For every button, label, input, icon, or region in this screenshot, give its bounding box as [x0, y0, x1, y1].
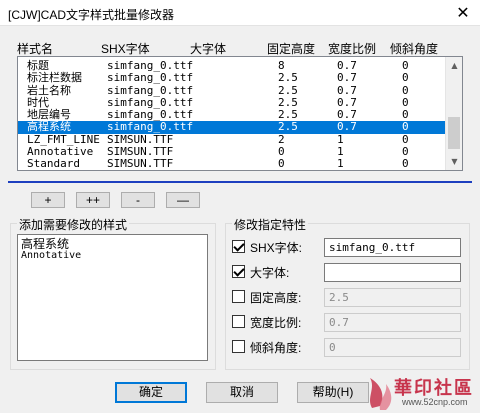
width-input[interactable]: 0.7	[324, 313, 461, 332]
bigfont-input[interactable]	[324, 263, 461, 282]
style-oblique-cell: 0	[402, 120, 409, 134]
style-oblique-cell: 0	[402, 59, 409, 72]
cancel-button[interactable]: 取消	[206, 382, 278, 403]
style-width-cell: 0.7	[337, 71, 357, 85]
style-row[interactable]: 标题 simfang_0.ttf 8 0.7 0	[18, 60, 446, 72]
divider-line	[8, 181, 472, 183]
style-row[interactable]: 地层编号 simfang_0.ttf 2.5 0.7 0	[18, 109, 446, 121]
style-height-cell: 0	[278, 145, 285, 159]
style-list[interactable]: 标题 simfang_0.ttf 8 0.7 0 标注栏数据 simfang_0.ttf 2.…	[17, 56, 463, 171]
selected-styles-box[interactable]: 高程系统 Annotative	[17, 234, 208, 361]
width-checkbox[interactable]	[232, 315, 245, 328]
col-header-height: 固定高度	[267, 42, 316, 56]
add-button[interactable]: +	[31, 192, 65, 208]
style-name-cell: 岩土名称	[27, 83, 71, 97]
style-row[interactable]: Standard SIMSUN.TTF 0 1 0	[18, 158, 446, 170]
style-row[interactable]: 时代 simfang_0.ttf 2.5 0.7 0	[18, 95, 446, 109]
style-row[interactable]: 岩土名称 simfang_0.ttf 2.5 0.7 0	[18, 83, 446, 97]
add-all-button[interactable]: ++	[76, 192, 110, 208]
bigfont-checkbox[interactable]	[232, 265, 245, 278]
col-header-name: 样式名	[17, 42, 54, 56]
style-width-cell: 1	[337, 157, 344, 171]
style-oblique-cell: 0	[402, 108, 409, 122]
style-name-cell: Standard	[27, 157, 80, 171]
style-name-cell: 高程系统	[27, 120, 71, 134]
oblique-checkbox[interactable]	[232, 340, 245, 353]
style-oblique-cell: 0	[402, 145, 409, 159]
watermark-logo-icon	[370, 378, 392, 410]
style-width-cell: 0.7	[337, 95, 357, 109]
height-label: 固定高度:	[250, 291, 302, 305]
shx-label: SHX字体:	[250, 241, 303, 255]
style-oblique-cell: 0	[402, 157, 409, 171]
style-height-cell: 0	[278, 157, 285, 171]
style-height-cell: 2.5	[278, 120, 298, 134]
style-width-cell: 1	[337, 145, 344, 159]
style-shx-cell: simfang_0.ttf	[107, 59, 194, 72]
style-oblique-cell: 0	[402, 83, 409, 97]
scroll-up-icon[interactable]: ▲	[446, 57, 462, 74]
style-shx-cell: simfang_0.ttf	[107, 83, 194, 97]
scroll-thumb[interactable]	[448, 117, 460, 149]
style-height-cell: 2.5	[278, 95, 298, 109]
style-shx-cell: SIMSUN.TTF	[107, 145, 174, 159]
scroll-down-icon[interactable]: ▼	[446, 153, 462, 170]
oblique-label: 倾斜角度:	[250, 341, 302, 355]
window-title: [CJW]CAD文字样式批量修改器	[8, 8, 174, 22]
oblique-input[interactable]: 0	[324, 338, 461, 357]
col-header-shx: SHX字体	[101, 42, 150, 56]
style-shx-cell: SIMSUN.TTF	[107, 132, 174, 146]
style-width-cell: 0.7	[337, 59, 357, 72]
style-name-cell: 标注栏数据	[27, 71, 82, 85]
selected-style-item: 高程系统	[21, 237, 70, 251]
shx-checkbox[interactable]	[232, 240, 245, 253]
width-label: 宽度比例:	[250, 316, 302, 330]
style-name-cell: LZ_FMT_LINE	[27, 132, 100, 146]
height-checkbox[interactable]	[232, 290, 245, 303]
height-input[interactable]: 2.5	[324, 288, 461, 307]
style-shx-cell: simfang_0.ttf	[107, 95, 194, 109]
style-shx-cell: simfang_0.ttf	[107, 108, 194, 122]
modify-props-title: 修改指定特性	[232, 216, 309, 233]
shx-input[interactable]: simfang_0.ttf	[324, 238, 461, 257]
watermark: 華印社區 www.52cnp.com	[362, 372, 480, 413]
style-shx-cell: simfang_0.ttf	[107, 120, 194, 134]
style-row[interactable]: 标注栏数据 simfang_0.ttf 2.5 0.7 0	[18, 72, 446, 84]
bigfont-label: 大字体:	[250, 266, 290, 280]
watermark-url: www.52cnp.com	[402, 397, 468, 407]
style-height-cell: 2.5	[278, 71, 298, 85]
style-name-cell: Annotative	[27, 145, 94, 159]
style-width-cell: 0.7	[337, 120, 357, 134]
style-height-cell: 2.5	[278, 83, 298, 97]
col-header-oblique: 倾斜角度	[390, 42, 439, 56]
col-header-width: 宽度比例	[328, 42, 377, 56]
style-height-cell: 2.5	[278, 108, 298, 122]
style-oblique-cell: 0	[402, 95, 409, 109]
remove-button[interactable]: -	[121, 192, 155, 208]
style-width-cell: 1	[337, 132, 344, 146]
style-oblique-cell: 0	[402, 132, 409, 146]
col-header-bigfont: 大字体	[190, 42, 227, 56]
style-width-cell: 0.7	[337, 108, 357, 122]
remove-all-button[interactable]: —	[166, 192, 200, 208]
close-icon[interactable]: ✕	[452, 3, 474, 23]
style-height-cell: 2	[278, 132, 285, 146]
style-row[interactable]: 高程系统 simfang_0.ttf 2.5 0.7 0	[18, 120, 446, 134]
ok-button[interactable]: 确定	[115, 382, 187, 403]
style-row[interactable]: Annotative SIMSUN.TTF 0 1 0	[18, 146, 446, 158]
selected-style-item: Annotative	[21, 250, 82, 261]
selected-styles-title: 添加需要修改的样式	[17, 216, 130, 233]
vertical-scrollbar[interactable]: ▲ ▼	[445, 57, 462, 170]
style-shx-cell: simfang_0.ttf	[107, 71, 194, 85]
style-width-cell: 0.7	[337, 83, 357, 97]
help-button[interactable]: 帮助(H)	[297, 382, 369, 403]
style-oblique-cell: 0	[402, 71, 409, 85]
style-height-cell: 8	[278, 59, 285, 72]
title-bar: [CJW]CAD文字样式批量修改器 ✕	[0, 0, 480, 26]
style-shx-cell: SIMSUN.TTF	[107, 157, 174, 171]
